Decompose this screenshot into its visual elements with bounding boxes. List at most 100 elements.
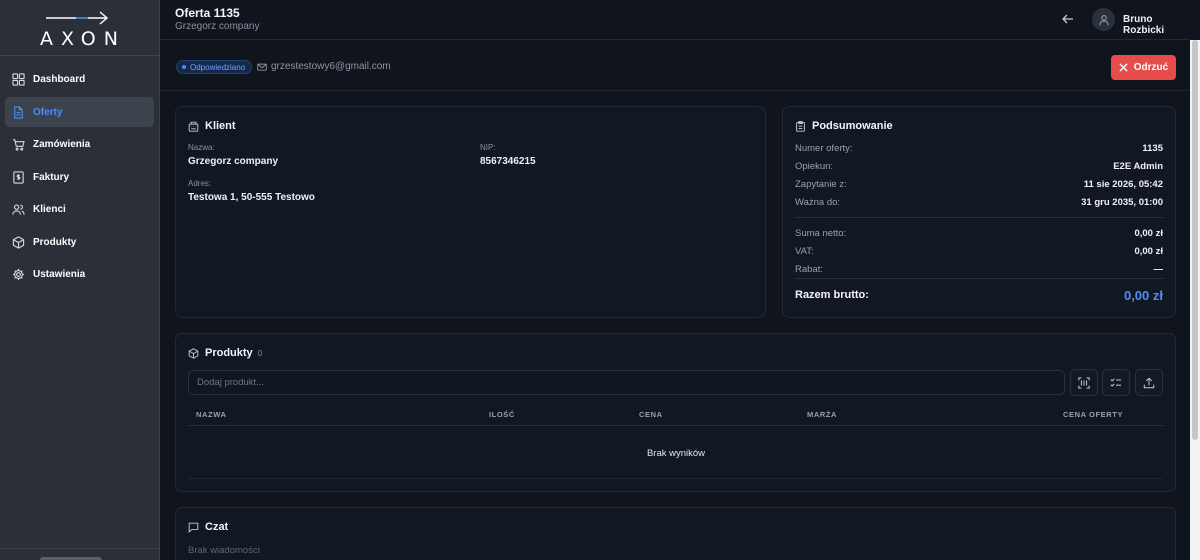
user-name[interactable]: Bruno Rozbicki [1123,14,1190,36]
logo-text: AXON [40,28,126,50]
summary-row-vat: VAT: 0,00 zł [795,246,1163,257]
logo-arrow-icon [46,11,109,25]
column-header-offer-price[interactable]: CENA OFERTY [1063,410,1123,419]
user-icon [1098,14,1109,25]
add-product-input[interactable]: Dodaj produkt... [188,370,1065,395]
page-title: Oferta 1135 [175,6,240,20]
page-subtitle: Grzegorz company [175,21,260,32]
scrollbar-thumb[interactable] [1192,40,1198,440]
sidebar-item-label: Oferty [33,106,63,118]
summary-row-net: Suma netto: 0,00 zł [795,228,1163,239]
sidebar-item-label: Zamówienia [33,139,91,150]
summary-row-inquiry-date: Zapytanie z: 11 sie 2026, 05:42 [795,179,1163,190]
column-header-quantity[interactable]: ILOŚĆ [489,410,515,419]
client-email[interactable]: grzestestowy6@gmail.com [257,61,391,72]
summary-row-value: — [1153,264,1164,275]
summary-row-value: 1135 [1142,143,1163,154]
sidebar-item-oferty[interactable]: Oferty [5,97,154,127]
summary-row-label: Numer oferty: [795,143,853,154]
products-card: Produkty 0 Dodaj produkt... NAZWA ILOŚĆ … [175,333,1176,492]
sidebar: AXON Dashboard Oferty Zamówienia Faktury… [0,0,160,560]
summary-row-label: Suma netto: [795,228,847,239]
table-bottom-divider [188,478,1163,479]
reject-button[interactable]: Odrzuć [1111,55,1176,80]
sidebar-divider [0,548,160,549]
status-badge-label: Odpowiedziano [190,62,246,72]
table-header-divider [188,425,1163,426]
upload-icon [1143,377,1155,388]
sidebar-item-label: Ustawienia [33,269,86,280]
status-dot [182,65,186,69]
status-badge: Odpowiedziano [176,60,253,74]
client-card: Klient Nazwa: Grzegorz company NIP: 8567… [175,106,766,318]
summary-row-label: Opiekun: [795,161,834,172]
avatar[interactable] [1092,8,1115,31]
sidebar-item-label: Produkty [33,236,77,248]
summary-row-offer-number: Numer oferty: 1135 [795,143,1163,154]
checklist-icon [1110,377,1122,387]
scan-icon [1078,376,1090,389]
column-header-price[interactable]: CENA [639,410,663,419]
products-empty-state: Brak wyników [646,448,706,459]
summary-row-label: Rabat: [795,264,823,275]
sidebar-item-dashboard[interactable]: Dashboard [5,65,154,95]
client-nip-value: 8567346215 [480,156,536,167]
topbar: Oferta 1135 Grzegorz company Bruno Rozbi… [160,0,1190,40]
summary-divider [795,278,1163,279]
close-icon [1119,63,1128,72]
summary-row-label: Ważna do: [795,197,841,208]
email-text: grzestestowy6@gmail.com [271,61,391,72]
chat-card-title: Czat [188,521,228,533]
scan-button[interactable] [1070,369,1098,396]
summary-card-title: Podsumowanie [795,120,893,132]
upload-button[interactable] [1135,369,1163,396]
column-header-margin[interactable]: MARŻA [807,410,837,419]
gear-icon [12,268,25,281]
building-icon [188,121,199,132]
client-card-title-text: Klient [205,120,236,132]
products-card-title-text: Produkty [205,347,253,359]
checklist-button[interactable] [1102,369,1130,396]
sidebar-item-ustawienia[interactable]: Ustawienia [5,260,154,290]
summary-row-discount: Rabat: — [795,264,1163,275]
box-icon [188,347,199,359]
gross-total-value: 0,00 zł [1123,288,1163,303]
sidebar-item-zamowienia[interactable]: Zamówienia [5,130,154,160]
summary-row-label: Zapytanie z: [795,179,847,190]
chat-empty-state: Brak wiadomości [188,545,260,556]
summary-row-owner: Opiekun: E2E Admin [795,161,1163,172]
client-nip-label: NIP: [480,143,496,152]
reject-button-label: Odrzuć [1133,62,1169,73]
chat-icon [188,522,199,533]
cart-icon [12,139,25,151]
box-icon [12,235,25,249]
summary-row-valid-until: Ważna do: 31 gru 2035, 01:00 [795,197,1163,208]
client-address-label: Adres: [188,179,212,188]
summary-row-label: VAT: [795,246,814,257]
sidebar-nav: Dashboard Oferty Zamówienia Faktury Klie… [0,56,159,290]
gross-total-label: Razem brutto: [795,289,869,301]
summary-divider [795,217,1163,218]
summary-row-value: 31 gru 2035, 01:00 [1081,197,1163,208]
document-icon [14,105,23,119]
chat-card: Czat Brak wiadomości [175,507,1176,560]
client-card-title: Klient [188,120,236,132]
sidebar-item-faktury[interactable]: Faktury [5,162,154,192]
summary-card: Podsumowanie Numer oferty: 1135 Opiekun:… [782,106,1176,318]
summary-row-value: 0,00 zł [1134,246,1163,257]
summary-row-value: 11 sie 2026, 05:42 [1083,179,1163,190]
back-arrow-icon[interactable] [1061,12,1075,26]
grid-icon [12,73,25,86]
column-header-name[interactable]: NAZWA [196,410,227,419]
mail-icon [257,63,267,71]
offer-status-bar: Odpowiedziano grzestestowy6@gmail.com Od… [160,40,1190,91]
users-icon [12,204,25,215]
sidebar-item-produkty[interactable]: Produkty [5,227,154,257]
client-name-value: Grzegorz company [188,156,279,167]
axon-logo[interactable]: AXON [0,0,159,56]
sidebar-item-label: Dashboard [33,74,86,85]
clipboard-icon [796,120,805,132]
summary-row-value: E2E Admin [1113,161,1163,172]
products-count: 0 [257,348,263,358]
sidebar-item-klienci[interactable]: Klienci [5,195,154,225]
